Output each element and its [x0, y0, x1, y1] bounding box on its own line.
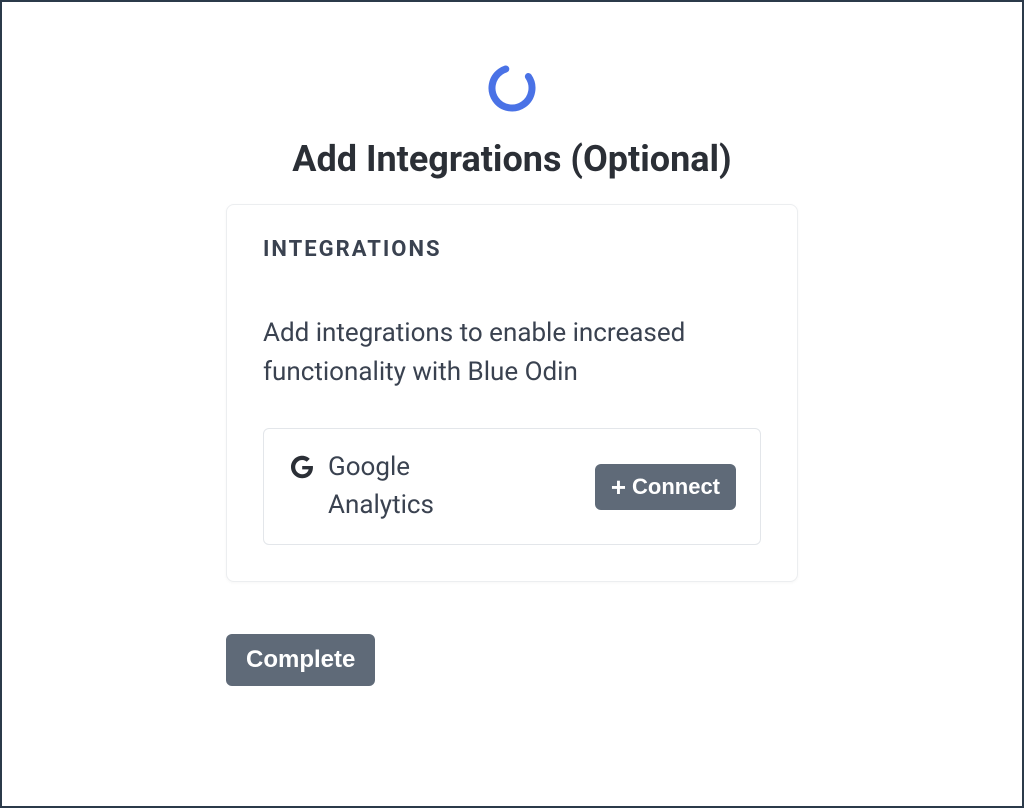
- page-title: Add Integrations (Optional): [292, 138, 731, 180]
- connect-button-label: Connect: [632, 474, 720, 500]
- footer-actions: Complete: [226, 634, 798, 686]
- connect-button[interactable]: + Connect: [595, 464, 736, 510]
- complete-button[interactable]: Complete: [226, 634, 375, 686]
- google-icon: [288, 453, 316, 485]
- complete-button-label: Complete: [246, 646, 355, 674]
- plus-icon: +: [611, 474, 626, 500]
- onboarding-step-container: Add Integrations (Optional) INTEGRATIONS…: [226, 62, 798, 634]
- integration-row: Google Analytics + Connect: [263, 428, 761, 545]
- integration-name: Google Analytics: [328, 449, 488, 524]
- integration-info: Google Analytics: [288, 449, 595, 524]
- card-header: INTEGRATIONS: [263, 237, 761, 262]
- card-description: Add integrations to enable increased fun…: [263, 314, 761, 392]
- loading-spinner-icon: [486, 62, 538, 118]
- integrations-card: INTEGRATIONS Add integrations to enable …: [226, 204, 798, 582]
